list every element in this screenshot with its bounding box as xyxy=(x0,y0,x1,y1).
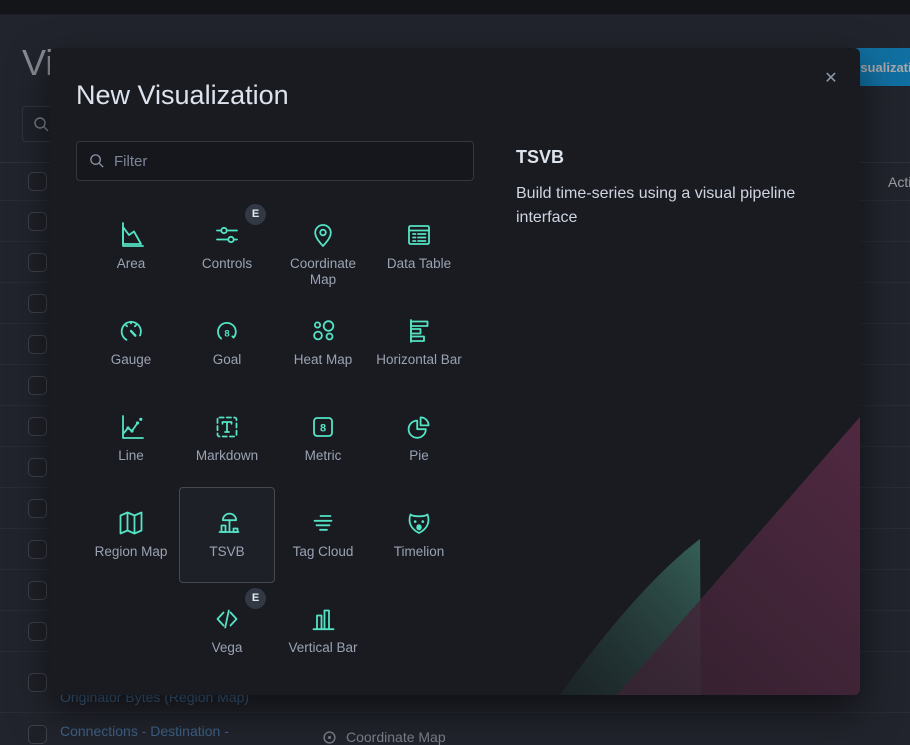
vis-type-vega[interactable]: E Vega xyxy=(179,583,275,679)
vis-type-line[interactable]: Line xyxy=(83,391,179,487)
goal-icon: 8 xyxy=(211,315,243,347)
selected-type-detail-panel: TSVB Build time-series using a visual pi… xyxy=(516,141,832,679)
vis-type-heat-map[interactable]: Heat Map xyxy=(275,295,371,391)
coordinate-map-icon xyxy=(307,219,339,251)
vis-type-label: Heat Map xyxy=(294,352,353,368)
vis-type-label: Line xyxy=(118,448,144,464)
vis-type-label: Data Table xyxy=(387,256,451,272)
filter-input[interactable] xyxy=(114,153,461,170)
vis-type-label: Horizontal Bar xyxy=(376,352,462,368)
vis-type-label: Region Map xyxy=(95,544,168,560)
experimental-badge: E xyxy=(245,588,266,609)
vis-type-label: Goal xyxy=(213,352,242,368)
metric-icon: 8 xyxy=(307,411,339,443)
vis-type-controls[interactable]: E Controls xyxy=(179,199,275,295)
area-chart-icon xyxy=(115,219,147,251)
vis-type-label: Vertical Bar xyxy=(288,640,357,656)
search-icon xyxy=(89,153,105,169)
visualization-type-grid: Area E Controls xyxy=(83,199,467,679)
vis-type-tsvb[interactable]: TSVB xyxy=(179,487,275,583)
filter-input-wrapper xyxy=(76,141,474,181)
vertical-bar-icon xyxy=(307,603,339,635)
detail-description: Build time-series using a visual pipelin… xyxy=(516,182,832,230)
vis-type-label: Gauge xyxy=(111,352,152,368)
controls-icon xyxy=(211,219,243,251)
data-table-icon xyxy=(403,219,435,251)
horizontal-bar-icon xyxy=(403,315,435,347)
vis-type-label: Vega xyxy=(212,640,243,656)
svg-text:8: 8 xyxy=(224,328,229,339)
vis-type-area[interactable]: Area xyxy=(83,199,179,295)
detail-title: TSVB xyxy=(516,147,832,168)
gauge-icon xyxy=(115,315,147,347)
tsvb-icon xyxy=(211,507,243,539)
timelion-icon xyxy=(403,507,435,539)
vis-type-data-table[interactable]: Data Table xyxy=(371,199,467,295)
vis-type-label: Metric xyxy=(305,448,342,464)
vis-type-vertical-bar[interactable]: Vertical Bar xyxy=(275,583,371,679)
line-chart-icon xyxy=(115,411,147,443)
vis-type-region-map[interactable]: Region Map xyxy=(83,487,179,583)
svg-text:8: 8 xyxy=(320,423,326,435)
pie-chart-icon xyxy=(403,411,435,443)
screen: Visualize Create new visualization Actio… xyxy=(0,0,910,745)
region-map-icon xyxy=(115,507,147,539)
vis-type-goal[interactable]: 8 Goal xyxy=(179,295,275,391)
vis-type-label: Markdown xyxy=(196,448,258,464)
vis-type-label: Tag Cloud xyxy=(293,544,354,560)
vis-type-timelion[interactable]: Timelion xyxy=(371,487,467,583)
vis-type-horizontal-bar[interactable]: Horizontal Bar xyxy=(371,295,467,391)
vis-type-label: Controls xyxy=(202,256,252,272)
heat-map-icon xyxy=(307,315,339,347)
vis-type-gauge[interactable]: Gauge xyxy=(83,295,179,391)
vis-type-label: Area xyxy=(117,256,146,272)
vis-type-label: Pie xyxy=(409,448,429,464)
experimental-badge: E xyxy=(245,204,266,225)
vis-type-label: Timelion xyxy=(394,544,445,560)
tag-cloud-icon xyxy=(307,507,339,539)
vis-type-coordinate-map[interactable]: Coordinate Map xyxy=(275,199,371,295)
vis-type-tag-cloud[interactable]: Tag Cloud xyxy=(275,487,371,583)
vis-type-label: TSVB xyxy=(209,544,244,560)
vis-type-metric[interactable]: 8 Metric xyxy=(275,391,371,487)
vis-type-label: Coordinate Map xyxy=(277,256,369,288)
markdown-icon xyxy=(211,411,243,443)
new-visualization-modal: ✕ New Visualization Area xyxy=(50,48,860,695)
close-icon[interactable]: ✕ xyxy=(820,68,842,90)
vega-icon xyxy=(211,603,243,635)
modal-title: New Visualization xyxy=(76,78,834,112)
vis-type-markdown[interactable]: Markdown xyxy=(179,391,275,487)
vis-type-pie[interactable]: Pie xyxy=(371,391,467,487)
